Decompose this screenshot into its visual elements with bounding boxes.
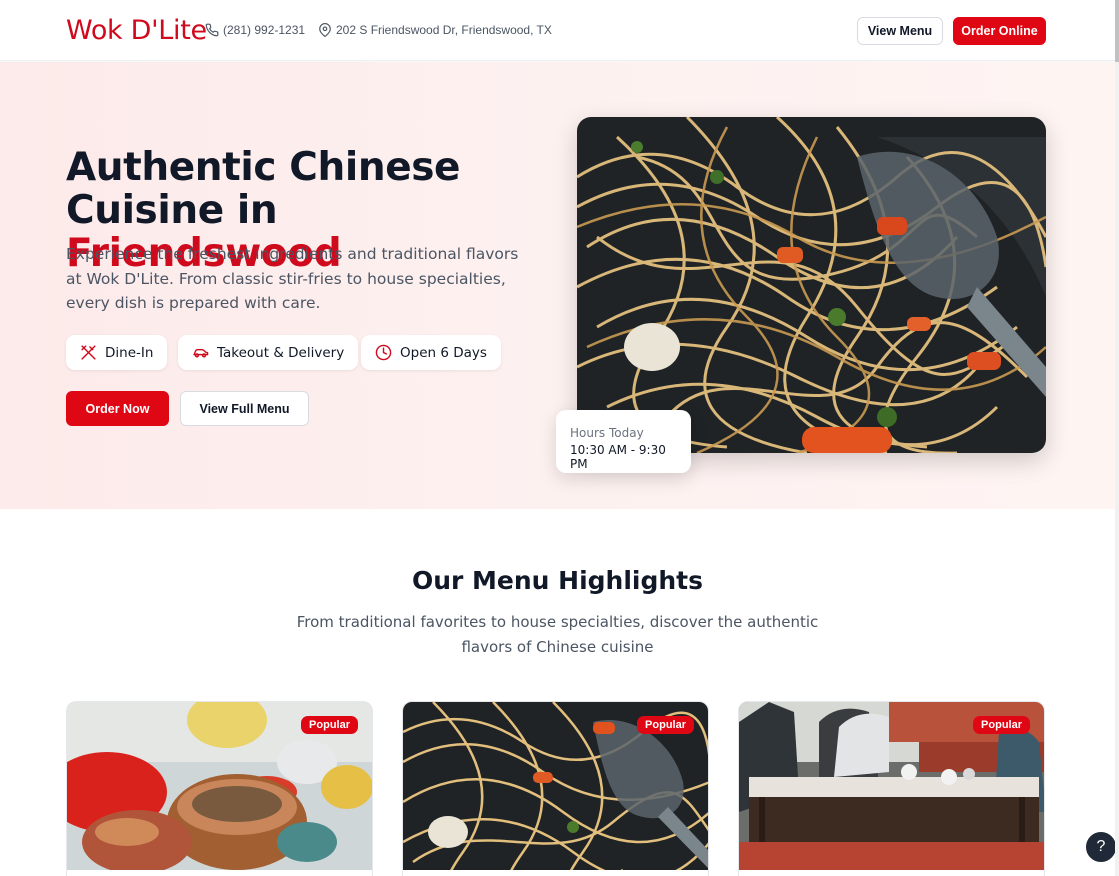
utensils-icon <box>81 345 96 360</box>
popular-badge: Popular <box>637 716 694 734</box>
address-text: 202 S Friendswood Dr, Friendswood, TX <box>336 23 552 37</box>
popular-badge: Popular <box>973 716 1030 734</box>
header-phone[interactable]: (281) 992-1231 <box>205 23 305 37</box>
open-days-pill: Open 6 Days <box>361 335 501 370</box>
hero-section: Authentic Chinese Cuisine in Friendswood… <box>0 62 1115 509</box>
page-scrollbar[interactable] <box>1115 0 1119 876</box>
takeout-pill: Takeout & Delivery <box>178 335 359 370</box>
view-full-menu-button[interactable]: View Full Menu <box>180 391 309 426</box>
popular-badge: Popular <box>301 716 358 734</box>
open-days-label: Open 6 Days <box>400 344 487 361</box>
takeout-label: Takeout & Delivery <box>217 344 345 361</box>
view-menu-button[interactable]: View Menu <box>857 17 943 45</box>
brand-logo[interactable]: Wok D'Lite <box>66 15 207 46</box>
hours-value: 10:30 AM - 9:30 PM <box>570 443 666 471</box>
hours-today-card: Hours Today 10:30 AM - 9:30 PM <box>556 410 691 473</box>
phone-text: (281) 992-1231 <box>223 23 306 37</box>
help-button[interactable]: ? <box>1085 831 1117 863</box>
header-address[interactable]: 202 S Friendswood Dr, Friendswood, TX <box>318 23 552 37</box>
noodles-photo <box>577 117 1046 453</box>
hero-title-line1: Authentic Chinese <box>66 145 461 190</box>
scrollbar-thumb[interactable] <box>1115 0 1119 62</box>
menu-card[interactable]: Popular <box>402 701 709 876</box>
hero-noodles-image <box>577 117 1046 453</box>
car-icon <box>193 348 209 358</box>
dine-in-label: Dine-In <box>105 344 154 361</box>
order-now-button[interactable]: Order Now <box>66 391 169 426</box>
phone-icon <box>205 23 219 37</box>
order-online-button[interactable]: Order Online <box>953 17 1046 45</box>
hours-label: Hours Today <box>570 426 644 440</box>
site-header: Wok D'Lite (281) 992-1231 202 S Friendsw… <box>0 0 1115 61</box>
menu-card[interactable]: Popular <box>738 701 1045 876</box>
clock-icon <box>375 344 392 361</box>
map-pin-icon <box>319 23 331 37</box>
hero-description: Experience the freshest ingredients and … <box>66 245 519 312</box>
menu-highlights-subtitle: From traditional favorites to house spec… <box>296 613 819 656</box>
menu-highlights-title: Our Menu Highlights <box>411 566 704 595</box>
dine-in-pill: Dine-In <box>66 335 168 370</box>
menu-card[interactable]: Popular <box>66 701 373 876</box>
hero-title-line2: Cuisine in <box>66 188 278 233</box>
